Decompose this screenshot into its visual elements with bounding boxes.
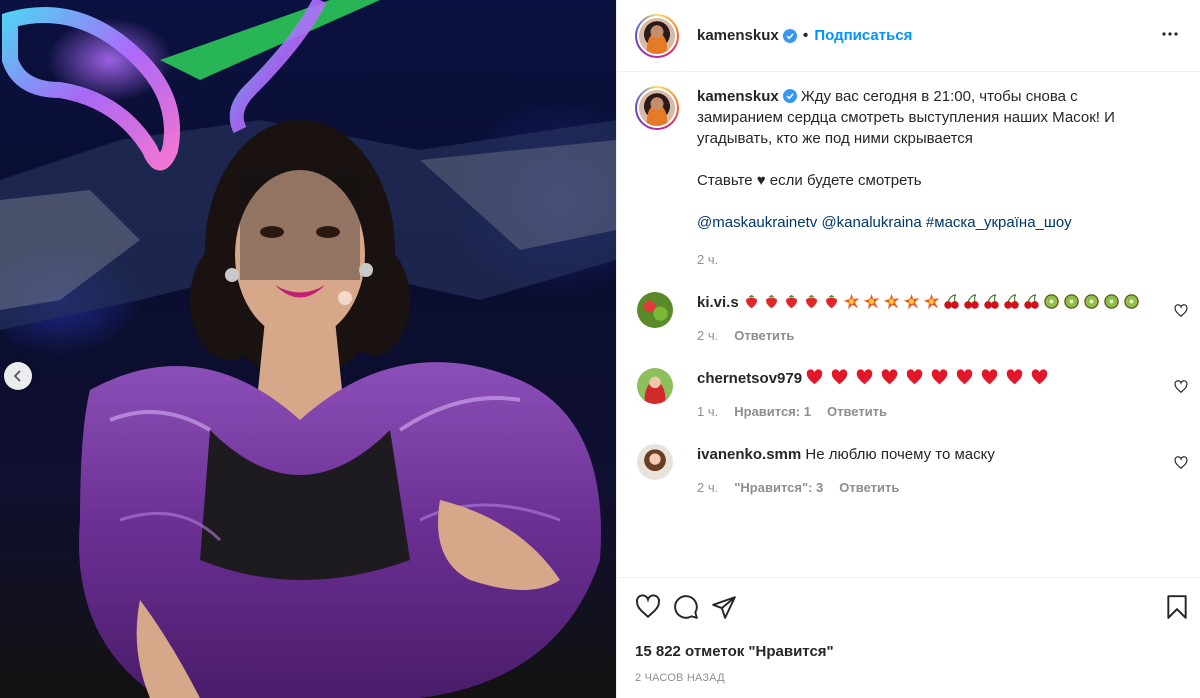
heart-emoji [906,369,923,385]
strawberry-emoji [745,294,757,309]
caption-time: 2 ч. [697,252,719,267]
comment-avatar[interactable] [637,444,673,480]
comment: ki.vi.s 2 ч. Ответить [637,292,1188,346]
comment-text: Не люблю почему то маску [805,446,995,463]
cherries-emoji [964,294,979,309]
comment-avatar[interactable] [637,368,673,404]
author-avatar[interactable] [635,13,679,58]
share-button[interactable] [707,588,745,629]
heart-icon [635,593,661,618]
comment-icon [674,594,698,619]
like-comment-button[interactable] [1174,456,1188,473]
comment-likes-button[interactable]: "Нравится": 3 [734,480,823,495]
comment-time: 2 ч. [697,480,719,495]
like-comment-button[interactable] [1174,304,1188,321]
post-actions [617,577,1200,638]
cherries-emoji [944,294,959,309]
heart-icon [1174,456,1188,470]
like-button[interactable] [631,588,669,629]
strawberry-emoji [825,294,837,309]
reply-button[interactable]: Ответить [827,404,887,419]
cherries-emoji [1004,294,1019,309]
heart-emoji [1006,369,1023,385]
collision-emoji [883,293,900,310]
more-options-icon [1162,32,1178,36]
cherries-emoji [984,294,999,309]
caption-line2-after: если будете смотреть [769,172,922,189]
strawberry-emoji [765,294,777,309]
caption-username[interactable]: kamenskux [697,88,779,105]
heart-emoji [856,369,873,385]
comments-area[interactable]: kamenskux Жду вас сегодня в 21:00, чтобы… [617,72,1200,577]
chevron-left-icon [13,370,21,382]
comment: chernetsov979 1 ч. Нравится: 1 Ответить [637,368,1188,422]
like-comment-button[interactable] [1174,380,1188,397]
heart-emoji [881,369,898,385]
comment: ivanenko.smm Не люблю почему то маску 2 … [637,444,1188,498]
kiwi-emoji [1044,294,1059,309]
reply-button[interactable]: Ответить [734,328,794,343]
heart-emoji [956,369,973,385]
follow-button[interactable]: Подписаться [814,27,912,44]
comment-username[interactable]: ki.vi.s [697,294,739,311]
comment-emojis [743,293,1143,311]
heart-emoji [831,369,848,385]
kiwi-emoji [1124,294,1139,309]
heart-emoji [806,369,823,385]
verified-badge-icon [782,28,797,43]
posted-ago: 2 часов назад [635,672,725,684]
verified-badge-icon [782,89,797,103]
collision-emoji [863,293,880,310]
heart-icon [1174,304,1188,318]
comment-button[interactable] [669,588,707,629]
collision-emoji [923,293,940,310]
mention-link[interactable]: @maskaukrainetv [697,214,817,231]
collision-emoji [843,293,860,310]
instagram-post: kamenskux • Подписаться kamenskux Жду ва… [0,0,1200,698]
likes-count[interactable]: 15 822 отметок "Нравится" [617,638,1200,666]
comment-time: 2 ч. [697,328,719,343]
save-button[interactable] [1160,588,1190,629]
kiwi-emoji [1084,294,1099,309]
author-username[interactable]: kamenskux [697,27,779,44]
separator-dot: • [802,26,809,44]
post-side-panel: kamenskux • Подписаться kamenskux Жду ва… [616,0,1200,698]
post-header: kamenskux • Подписаться [617,0,1200,72]
caption: kamenskux Жду вас сегодня в 21:00, чтобы… [635,86,1188,270]
heart-emoji [981,369,998,385]
kiwi-emoji [1064,294,1079,309]
heart-emoji [1031,369,1048,385]
hashtag-link[interactable]: #маска_україна_шоу [926,214,1072,231]
bookmark-icon [1167,594,1187,619]
more-options-button[interactable] [1154,18,1186,53]
comment-time: 1 ч. [697,404,719,419]
photo-illustration [0,0,616,698]
comment-likes-button[interactable]: Нравится: 1 [734,404,811,419]
caption-avatar[interactable] [635,86,679,130]
strawberry-emoji [785,294,797,309]
previous-photo-button[interactable] [4,362,32,390]
cherries-emoji [1024,294,1039,309]
reply-button[interactable]: Ответить [839,480,899,495]
comment-username[interactable]: ivanenko.smm [697,446,801,463]
heart-emoji: ♥ [756,172,766,189]
mention-link[interactable]: @kanalukraina [821,214,921,231]
comment-username[interactable]: chernetsov979 [697,370,802,387]
post-photo [0,0,616,698]
comment-hearts [806,369,1056,387]
caption-line2-before: Ставьте [697,172,753,189]
heart-icon [1174,380,1188,394]
collision-emoji [903,293,920,310]
heart-emoji [931,369,948,385]
strawberry-emoji [805,294,817,309]
kiwi-emoji [1104,294,1119,309]
comment-avatar[interactable] [637,292,673,328]
share-icon [712,595,736,619]
